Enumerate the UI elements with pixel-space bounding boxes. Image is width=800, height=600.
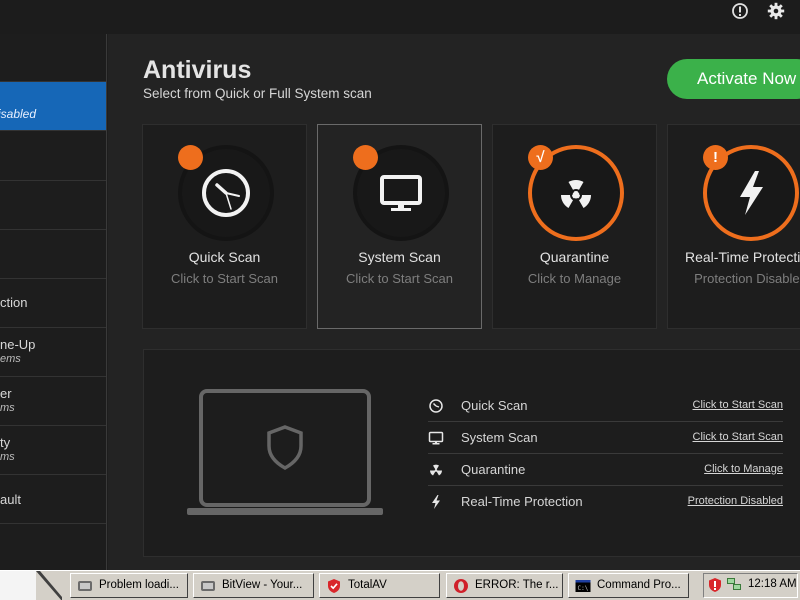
main-content: Antivirus Select from Quick or Full Syst… [108, 34, 800, 570]
card-subtitle: Click to Start Scan [171, 271, 278, 286]
card-title: System Scan [358, 249, 441, 265]
gear-icon[interactable] [767, 2, 785, 20]
start-button[interactable] [0, 571, 62, 600]
network-icon[interactable] [725, 576, 743, 594]
shield-icon[interactable] [707, 577, 723, 593]
quarantine-card[interactable]: √ Quarantine Click to Manage [492, 124, 657, 329]
taskbar-item-error[interactable]: ERROR: The r... [446, 573, 563, 598]
activate-now-button[interactable]: Activate Now [667, 59, 800, 99]
manage-quarantine-link[interactable]: Click to Manage [704, 463, 783, 475]
system-tray: 12:18 AM [703, 573, 798, 598]
sidebar-item-top[interactable] [0, 34, 106, 82]
clock: 12:18 AM [748, 578, 797, 590]
status-row-label: Quick Scan [461, 398, 528, 413]
taskbar-item-problem-loading[interactable]: Problem loadi... [70, 573, 188, 598]
card-subtitle: Click to Manage [527, 271, 622, 286]
laptop-shield-icon [187, 389, 383, 515]
status-panel: Quick Scan Click to Start Scan System Sc… [143, 349, 800, 557]
sidebar-item-label: ault [0, 492, 21, 507]
sidebar-item-label: er [0, 386, 12, 401]
card-subtitle: Click to Start Scan [346, 271, 453, 286]
card-subtitle: Protection Disabled [694, 271, 800, 286]
bitview-icon [78, 581, 92, 591]
sidebar-item-cleaner[interactable]: er ms [0, 377, 106, 426]
status-row-label: Real-Time Protection [461, 494, 583, 509]
lightning-icon [432, 495, 440, 509]
taskbar-item-label: ERROR: The r... [475, 579, 559, 591]
sidebar-item-antivirus[interactable]: isabled [0, 82, 106, 131]
real-time-protection-card[interactable]: ! Real-Time Protection Protection Disabl… [667, 124, 800, 329]
card-title: Quarantine [539, 249, 610, 265]
sidebar: isabled ction ne-Up ems er ms ty ms ault [0, 34, 107, 570]
card-title: Real-Time Protection [685, 249, 800, 265]
svg-text:C:\: C:\ [578, 585, 589, 592]
warning-badge: ! [703, 145, 728, 170]
status-badge [353, 145, 378, 170]
radiation-icon [430, 464, 442, 476]
totalav-icon [328, 579, 340, 593]
taskbar-item-label: BitView - Your... [222, 579, 303, 591]
sidebar-item-5[interactable] [0, 230, 106, 279]
system-scan-card[interactable]: System Scan Click to Start Scan [317, 124, 482, 329]
status-row-real-time-protection: Real-Time Protection Protection Disabled [428, 486, 783, 518]
status-badge [178, 145, 203, 170]
status-row-quick-scan: Quick Scan Click to Start Scan [428, 390, 783, 422]
sidebar-item-sublabel: ms [0, 451, 15, 463]
taskbar-item-totalav[interactable]: TotalAV [319, 573, 440, 598]
info-icon[interactable] [731, 2, 749, 20]
start-system-scan-link[interactable]: Click to Start Scan [693, 431, 783, 443]
clock-icon [429, 399, 443, 413]
protection-disabled-link[interactable]: Protection Disabled [688, 495, 783, 507]
page-subtitle: Select from Quick or Full System scan [143, 86, 372, 101]
sidebar-item-privacy[interactable]: ty ms [0, 426, 106, 475]
taskbar: Problem loadi... BitView - Your... Total… [0, 570, 800, 600]
sidebar-item-label: ty [0, 435, 11, 450]
sidebar-item-protection[interactable]: ction [0, 279, 106, 328]
sidebar-item-tune-up[interactable]: ne-Up ems [0, 328, 106, 377]
status-row-label: System Scan [461, 430, 538, 445]
taskbar-item-bitview[interactable]: BitView - Your... [193, 573, 314, 598]
opera-icon [454, 579, 468, 593]
status-row-system-scan: System Scan Click to Start Scan [428, 422, 783, 454]
check-badge: √ [528, 145, 553, 170]
sidebar-item-sublabel: ems [0, 353, 21, 365]
sidebar-item-label: isabled [0, 107, 37, 121]
sidebar-item-4[interactable] [0, 181, 106, 230]
sidebar-item-3[interactable] [0, 131, 106, 181]
taskbar-item-label: TotalAV [348, 579, 387, 591]
taskbar-item-label: Command Pro... [597, 579, 681, 591]
card-title: Quick Scan [188, 249, 261, 265]
quick-scan-card[interactable]: Quick Scan Click to Start Scan [142, 124, 307, 329]
bitview-icon [201, 581, 215, 591]
sidebar-item-sublabel: ms [0, 402, 15, 414]
sidebar-item-label: ne-Up [0, 337, 36, 352]
start-quick-scan-link[interactable]: Click to Start Scan [693, 399, 783, 411]
top-bar [0, 0, 800, 34]
page-title: Antivirus [143, 56, 252, 84]
sidebar-item-label: ction [0, 295, 28, 310]
monitor-icon [428, 431, 444, 445]
taskbar-item-command-prompt[interactable]: C:\ Command Pro... [568, 573, 689, 598]
sidebar-item-vault[interactable]: ault [0, 475, 106, 524]
taskbar-item-label: Problem loadi... [99, 579, 179, 591]
status-row-label: Quarantine [461, 462, 526, 477]
cmd-icon: C:\ [575, 580, 591, 592]
status-row-quarantine: Quarantine Click to Manage [428, 454, 783, 486]
